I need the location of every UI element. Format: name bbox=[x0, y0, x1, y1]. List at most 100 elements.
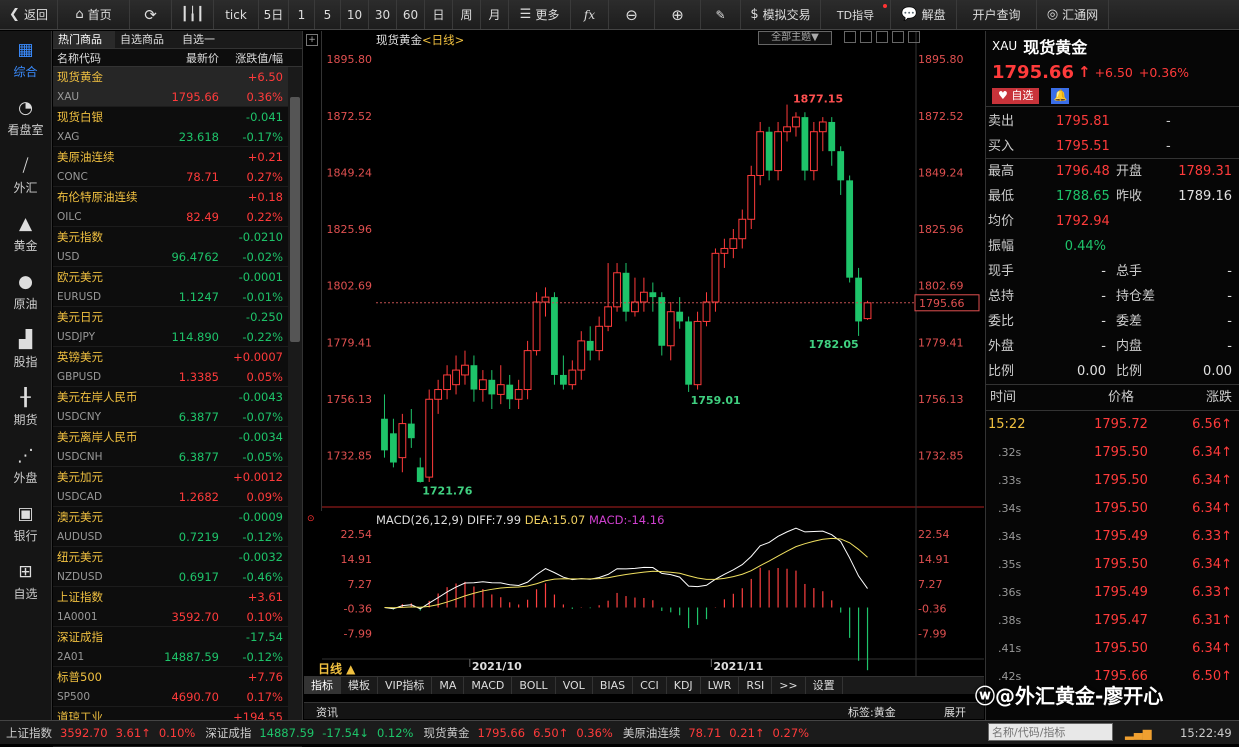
status-name[interactable]: 现货黄金 bbox=[424, 725, 470, 741]
chart-btn-2[interactable] bbox=[860, 31, 872, 43]
change-value: +3.61 bbox=[247, 590, 283, 604]
period-1[interactable]: 1 bbox=[289, 0, 315, 29]
search-input[interactable] bbox=[988, 723, 1113, 741]
watchlist-row[interactable]: 澳元美元 -0.0009 AUDUSD 0.7219 -0.12% bbox=[53, 507, 302, 547]
watchlist-row[interactable]: 英镑美元 +0.0007 GBPUSD 1.3385 0.05% bbox=[53, 347, 302, 387]
price-tick-right: 1872.52 bbox=[918, 110, 964, 123]
watchlist-row[interactable]: 美元在岸人民币 -0.0043 USDCNY 6.3877 -0.07% bbox=[53, 387, 302, 427]
indicator-tab-0[interactable]: 指标 bbox=[304, 677, 341, 694]
news-tag[interactable]: 标签:黄金 bbox=[848, 704, 896, 720]
indicator-tab-5[interactable]: BOLL bbox=[512, 677, 556, 694]
sidebar-item-gold[interactable]: ▲ 黄金 bbox=[0, 205, 51, 263]
indicator-tab-1[interactable]: 模板 bbox=[341, 677, 378, 694]
header-name[interactable]: 名称代码 bbox=[53, 49, 163, 66]
sidebar-item-outer[interactable]: ⋰ 外盘 bbox=[0, 437, 51, 495]
change-percent: -0.12% bbox=[242, 530, 283, 544]
last-price: 96.4762 bbox=[171, 250, 219, 264]
watchlist-row[interactable]: 美原油连续 +0.21 CONC 78.71 0.27% bbox=[53, 147, 302, 187]
header-change[interactable]: 涨跌值/幅 bbox=[219, 49, 285, 66]
watchlist-row[interactable]: 现货黄金 +6.50 XAU 1795.66 0.36% bbox=[53, 67, 302, 107]
watchlist-tab-2[interactable]: 自选一 bbox=[177, 31, 257, 48]
zoom-in-button[interactable]: ⊕ bbox=[655, 0, 701, 29]
indicator-tab-11[interactable]: RSI bbox=[739, 677, 773, 694]
watchlist-row[interactable]: 美元指数 -0.0210 USD 96.4762 -0.02% bbox=[53, 227, 302, 267]
watchlist-scrollbar[interactable] bbox=[288, 67, 302, 720]
zoom-out-button[interactable]: ⊖ bbox=[609, 0, 655, 29]
chart-btn-5[interactable] bbox=[908, 31, 920, 43]
period-label[interactable]: 日线 ▲ bbox=[318, 660, 355, 677]
sidebar-item-futures[interactable]: ╂ 期货 bbox=[0, 379, 51, 437]
candlestick-button[interactable]: ┃╽┃ bbox=[172, 0, 214, 29]
sidebar-item-fx[interactable]: ⧸ 外汇 bbox=[0, 147, 51, 205]
watchlist-row[interactable]: 美元加元 +0.0012 USDCAD 1.2682 0.09% bbox=[53, 467, 302, 507]
account-query-button[interactable]: 开户查询 bbox=[957, 0, 1037, 29]
period-link[interactable]: <日线> bbox=[422, 33, 464, 47]
indicator-tab-3[interactable]: MA bbox=[432, 677, 465, 694]
formula-button[interactable]: fx bbox=[571, 0, 609, 29]
draw-button[interactable]: ✎ bbox=[701, 0, 741, 29]
period-7[interactable]: 周 bbox=[453, 0, 481, 29]
more-button[interactable]: ☰ 更多 bbox=[509, 0, 571, 29]
period-0[interactable]: 5日 bbox=[259, 0, 289, 29]
chart-btn-4[interactable] bbox=[892, 31, 904, 43]
back-button[interactable]: ❮ 返回 bbox=[0, 0, 58, 29]
expand-button[interactable]: 展开 bbox=[944, 704, 966, 720]
indicator-tab-10[interactable]: LWR bbox=[701, 677, 740, 694]
status-name[interactable]: 美原油连续 bbox=[623, 725, 681, 741]
watchlist-row[interactable]: 美元离岸人民币 -0.0034 USDCNH 6.3877 -0.05% bbox=[53, 427, 302, 467]
status-name[interactable]: 上证指数 bbox=[6, 725, 52, 741]
home-button[interactable]: ⌂ 首页 bbox=[58, 0, 130, 29]
indicator-tab-6[interactable]: VOL bbox=[556, 677, 593, 694]
watchlist-tab-0[interactable]: 热门商品 bbox=[53, 31, 115, 48]
indicator-tab-2[interactable]: VIP指标 bbox=[378, 677, 433, 694]
period-6[interactable]: 日 bbox=[425, 0, 453, 29]
indicator-tab-9[interactable]: KDJ bbox=[667, 677, 701, 694]
period-4[interactable]: 30 bbox=[369, 0, 397, 29]
candlestick-chart[interactable]: 1895.80 1895.80 1872.52 1872.52 1849.24 1849.… bbox=[304, 31, 984, 676]
watchlist-row[interactable]: 布伦特原油连续 +0.18 OILC 82.49 0.22% bbox=[53, 187, 302, 227]
sidebar-item-index[interactable]: ▟ 股指 bbox=[0, 321, 51, 379]
period-3[interactable]: 10 bbox=[341, 0, 369, 29]
sidebar-item-bank[interactable]: ▣ 银行 bbox=[0, 495, 51, 553]
watchlist-tab-1[interactable]: 自选商品 bbox=[115, 31, 177, 48]
indicator-tab-8[interactable]: CCI bbox=[633, 677, 667, 694]
sidebar-item-oil-drop[interactable]: ● 原油 bbox=[0, 263, 51, 321]
indicator-tab-7[interactable]: BIAS bbox=[593, 677, 634, 694]
theme-select[interactable]: 全部主题▼ bbox=[758, 31, 832, 45]
chart-btn-3[interactable] bbox=[876, 31, 888, 43]
refresh-button[interactable]: ⟳ bbox=[130, 0, 172, 29]
watchlist-row[interactable]: 美元日元 -0.250 USDJPY 114.890 -0.22% bbox=[53, 307, 302, 347]
period-2[interactable]: 5 bbox=[315, 0, 341, 29]
indicator-tab-4[interactable]: MACD bbox=[464, 677, 513, 694]
watchlist-row[interactable]: 纽元美元 -0.0032 NZDUSD 0.6917 -0.46% bbox=[53, 547, 302, 587]
tick-button[interactable]: tick bbox=[214, 0, 259, 29]
watchlist-row[interactable]: 上证指数 +3.61 1A0001 3592.70 0.10% bbox=[53, 587, 302, 627]
header-price[interactable]: 最新价 bbox=[163, 49, 219, 66]
sidebar-item-add[interactable]: ⊞ 自选 bbox=[0, 553, 51, 611]
watchlist-row[interactable]: 欧元美元 -0.0001 EURUSD 1.1247 -0.01% bbox=[53, 267, 302, 307]
watchlist-row[interactable]: 现货白银 -0.041 XAG 23.618 -0.17% bbox=[53, 107, 302, 147]
scrollbar-thumb[interactable] bbox=[290, 97, 300, 342]
simulate-trade-button[interactable]: $ 模拟交易 bbox=[741, 0, 821, 29]
last-price: 6.3877 bbox=[178, 450, 219, 464]
chart-area[interactable]: + 1895.80 1895.80 1872.52 1872.52 1849.24 184… bbox=[304, 31, 984, 703]
indicator-tab-13[interactable]: 设置 bbox=[806, 677, 843, 694]
sidebar-item-grid[interactable]: ▦ 综合 bbox=[0, 31, 51, 89]
macd-settings-icon[interactable]: ⊙ bbox=[307, 514, 315, 524]
candle-body bbox=[532, 301, 541, 352]
status-name[interactable]: 深证成指 bbox=[205, 725, 251, 741]
heart-icon: ♥ bbox=[998, 88, 1008, 102]
sidebar-item-chart[interactable]: ◔ 看盘室 bbox=[0, 89, 51, 147]
favorite-button[interactable]: ♥ 自选 bbox=[992, 87, 1040, 104]
chart-btn-1[interactable] bbox=[844, 31, 856, 43]
analysis-button[interactable]: 💬 解盘 bbox=[891, 0, 957, 29]
brand-button[interactable]: ◎ 汇通网 bbox=[1037, 0, 1109, 29]
td-guide-button[interactable]: TD指导 bbox=[821, 0, 891, 29]
watchlist-row[interactable]: 标普500 +7.76 SP500 4690.70 0.17% bbox=[53, 667, 302, 707]
alert-bell-button[interactable]: 🔔 bbox=[1051, 87, 1070, 104]
period-8[interactable]: 月 bbox=[481, 0, 509, 29]
news-label[interactable]: 资讯 bbox=[316, 704, 338, 720]
period-5[interactable]: 60 bbox=[397, 0, 425, 29]
watchlist-row[interactable]: 深证成指 -17.54 2A01 14887.59 -0.12% bbox=[53, 627, 302, 667]
indicator-tab-12[interactable]: >> bbox=[772, 677, 806, 694]
